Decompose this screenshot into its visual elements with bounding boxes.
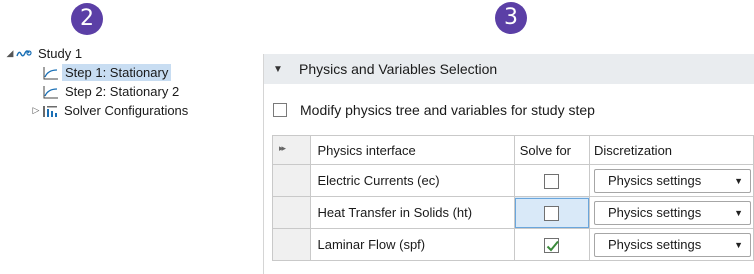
chevron-down-icon: ▼ (734, 175, 743, 186)
tree-item-label: Step 1: Stationary (62, 64, 172, 81)
row-header-cell[interactable] (271, 228, 312, 261)
tree-item-step2[interactable]: Step 2: Stationary 2 (43, 82, 182, 101)
modify-physics-checkbox[interactable] (273, 103, 287, 117)
discretization-cell: Physics settings ▼ (589, 196, 754, 229)
section-collapse-icon[interactable]: ▼ (273, 64, 283, 75)
solver-configurations-icon (43, 105, 57, 117)
table-row[interactable]: Electric Currents (ec) Physics settings … (271, 164, 754, 197)
stationary-step-icon (43, 85, 58, 98)
expand-columns-icon[interactable]: ▸▸ (273, 143, 286, 153)
tree-item-label: Study 1 (38, 46, 83, 61)
column-header-solve-for: Solve for (513, 135, 591, 165)
tree-item-step1[interactable]: Step 1: Stationary (43, 63, 172, 82)
stationary-step-icon (43, 66, 58, 79)
tree-item-label: Solver Configurations (64, 103, 189, 118)
callout-badge-2: 2 (71, 3, 103, 35)
discretization-select[interactable]: Physics settings ▼ (594, 200, 751, 225)
section-header[interactable]: ▼ Physics and Variables Selection (264, 54, 754, 84)
table-row[interactable]: Heat Transfer in Solids (ht) Physics set… (271, 196, 754, 229)
chevron-down-icon: ▼ (734, 207, 743, 218)
row-header-cell[interactable] (271, 164, 312, 197)
discretization-cell: Physics settings ▼ (589, 164, 754, 197)
table-row[interactable]: Laminar Flow (spf) Physics settings ▼ (271, 228, 754, 261)
discretization-cell: Physics settings ▼ (589, 228, 754, 261)
callout-badge-3: 3 (495, 2, 527, 34)
study-icon (16, 49, 32, 56)
settings-panel: ▼ Physics and Variables Selection Modify… (263, 54, 754, 274)
table-corner-cell: ▸▸ (271, 135, 312, 165)
physics-interface-cell: Heat Transfer in Solids (ht) (310, 196, 515, 229)
expand-arrow-icon[interactable]: ◢ (4, 48, 16, 59)
physics-interface-cell: Laminar Flow (spf) (310, 228, 515, 261)
discretization-value: Physics settings (608, 205, 702, 220)
collapse-arrow-icon[interactable]: ▷ (30, 105, 42, 116)
discretization-value: Physics settings (608, 237, 702, 252)
solve-for-cell[interactable] (513, 164, 591, 197)
solve-for-checkbox[interactable] (544, 237, 560, 253)
solve-for-cell[interactable] (513, 196, 591, 229)
physics-table: ▸▸ Physics interface Solve for Discretiz… (271, 135, 754, 261)
discretization-value: Physics settings (608, 173, 702, 188)
tree-item-study[interactable]: ◢ Study 1 (4, 44, 85, 63)
checkmark-icon (547, 240, 560, 252)
physics-interface-cell: Electric Currents (ec) (310, 164, 515, 197)
modify-physics-label: Modify physics tree and variables for st… (300, 102, 595, 118)
chevron-down-icon: ▼ (734, 239, 743, 250)
tree-item-label: Step 2: Stationary 2 (65, 84, 180, 99)
solve-for-checkbox[interactable] (544, 173, 560, 189)
column-header-discretization: Discretization (589, 135, 754, 165)
solve-for-checkbox[interactable] (544, 205, 560, 221)
solve-for-cell[interactable] (513, 228, 591, 261)
table-header-row: ▸▸ Physics interface Solve for Discretiz… (271, 135, 754, 165)
section-title: Physics and Variables Selection (299, 61, 498, 77)
tree-item-solver-configurations[interactable]: ▷ Solver Configurations (30, 101, 191, 120)
column-header-physics: Physics interface (310, 135, 515, 165)
modify-physics-row[interactable]: Modify physics tree and variables for st… (273, 102, 595, 118)
row-header-cell[interactable] (271, 196, 312, 229)
discretization-select[interactable]: Physics settings ▼ (594, 168, 751, 193)
discretization-select[interactable]: Physics settings ▼ (594, 232, 751, 257)
